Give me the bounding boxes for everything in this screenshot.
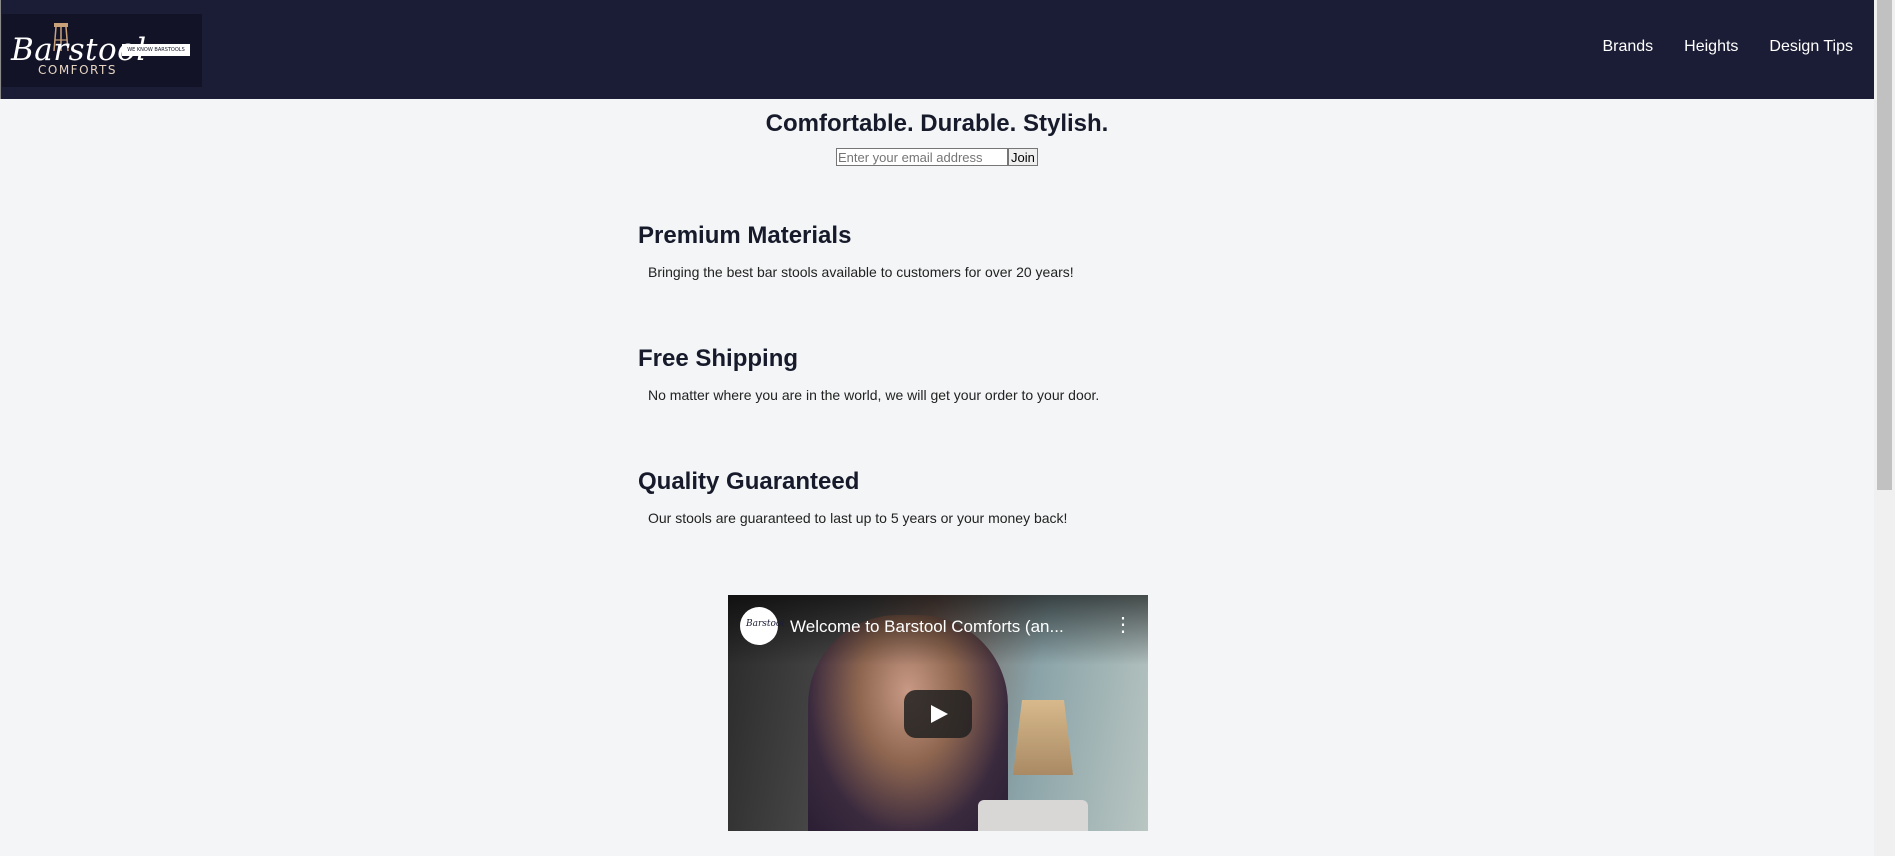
video-player[interactable]: Barstool Welcome to Barstool Comforts (a… — [728, 595, 1148, 831]
feature-title: Free Shipping — [638, 345, 799, 372]
channel-avatar-text: Barstool — [746, 619, 785, 629]
feature-title: Quality Guaranteed — [638, 468, 860, 495]
logo-tagline-badge: WE KNOW BARSTOOLS — [122, 44, 190, 56]
video-thumbnail-laptop — [978, 800, 1088, 831]
newsletter-signup: Join — [836, 148, 1038, 166]
feature-text: Our stools are guaranteed to last up to … — [648, 510, 1068, 526]
video-title[interactable]: Welcome to Barstool Comforts (an... — [790, 617, 1090, 637]
video-thumbnail-lamp — [1013, 700, 1073, 775]
logo-sub-text: COMFORTS — [38, 63, 117, 77]
feature-text: No matter where you are in the world, we… — [648, 387, 1100, 403]
site-logo[interactable]: Barstool COMFORTS WE KNOW BARSTOOLS — [2, 14, 202, 87]
nav-link-design-tips[interactable]: Design Tips — [1769, 38, 1853, 56]
nav-link-brands[interactable]: Brands — [1602, 38, 1653, 56]
page-scrollbar[interactable] — [1874, 0, 1895, 856]
hero-tagline: Comfortable. Durable. Stylish. — [765, 110, 1109, 137]
main-nav: Brands Heights Design Tips — [1602, 38, 1853, 56]
feature-free-shipping: Free Shipping No matter where you are in… — [638, 345, 1099, 403]
feature-text: Bringing the best bar stools available t… — [648, 264, 1074, 280]
more-vert-icon[interactable]: ⋮ — [1113, 615, 1133, 639]
page: Barstool COMFORTS WE KNOW BARSTOOLS Bran… — [0, 0, 1895, 856]
feature-premium-materials: Premium Materials Bringing the best bar … — [638, 222, 1074, 280]
join-button[interactable]: Join — [1008, 148, 1038, 166]
channel-avatar[interactable]: Barstool — [740, 607, 784, 645]
email-input[interactable] — [836, 148, 1008, 166]
nav-link-heights[interactable]: Heights — [1684, 38, 1738, 56]
scrollbar-thumb[interactable] — [1877, 0, 1892, 490]
play-icon[interactable] — [904, 690, 972, 738]
feature-quality-guaranteed: Quality Guaranteed Our stools are guaran… — [638, 468, 1067, 526]
site-header: Barstool COMFORTS WE KNOW BARSTOOLS Bran… — [0, 0, 1875, 99]
feature-title: Premium Materials — [638, 222, 852, 249]
